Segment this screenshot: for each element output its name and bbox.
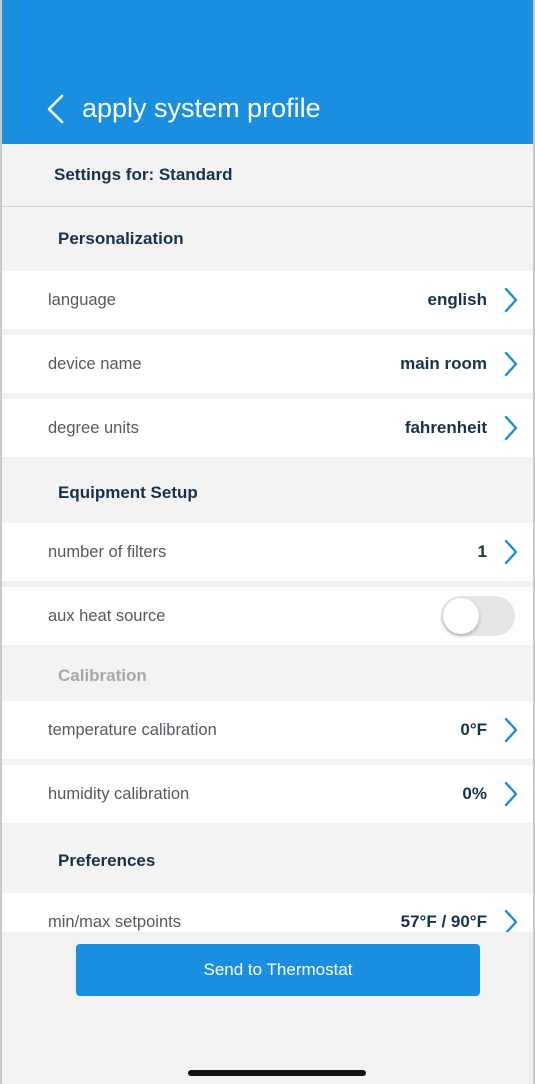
home-indicator[interactable] [188,1070,366,1076]
row-label: device name [48,354,142,373]
row-value: 0% [462,784,487,803]
send-to-thermostat-button[interactable]: Send to Thermostat [76,944,480,996]
row-number-of-filters[interactable]: number of filters 1 [2,523,533,581]
row-language[interactable]: language english [2,271,533,329]
section-header-calibration: Calibration [2,651,533,701]
chevron-right-icon[interactable] [503,351,519,377]
row-label: degree units [48,418,139,437]
settings-list[interactable]: Settings for: Standard Personalization l… [2,144,533,932]
row-temperature-calibration[interactable]: temperature calibration 0°F [2,701,533,759]
row-value: main room [400,354,487,373]
row-label: aux heat source [48,606,166,625]
chevron-right-icon[interactable] [503,539,519,565]
footer-bar: Send to Thermostat [2,932,533,1084]
row-min-max-setpoints[interactable]: min/max setpoints 57°F / 90°F [2,893,533,932]
row-value: 1 [477,542,487,561]
row-device-name[interactable]: device name main room [2,335,533,393]
section-header-equipment: Equipment Setup [2,463,533,523]
row-value: fahrenheit [404,418,487,437]
row-label: temperature calibration [48,720,217,739]
toggle-knob [443,598,479,634]
row-label: humidity calibration [48,784,190,803]
section-title: Calibration [58,666,147,685]
page-title: apply system profile [82,93,321,123]
row-humidity-calibration[interactable]: humidity calibration 0% [2,765,533,823]
section-title: Preferences [58,851,156,870]
row-label: min/max setpoints [48,912,181,931]
row-value: 57°F / 90°F [400,912,487,931]
profile-heading-text: Settings for: Standard [54,165,233,184]
section-title: Personalization [58,229,184,248]
section-header-preferences: Preferences [2,829,533,893]
chevron-right-icon[interactable] [503,781,519,807]
section-title: Equipment Setup [58,483,198,502]
chevron-right-icon[interactable] [503,717,519,743]
profile-heading: Settings for: Standard [2,144,533,207]
chevron-left-icon[interactable] [44,94,68,124]
chevron-right-icon[interactable] [503,415,519,441]
nav-header: apply system profile [2,0,533,144]
row-value: 0°F [460,720,487,739]
chevron-right-icon[interactable] [503,287,519,313]
row-degree-units[interactable]: degree units fahrenheit [2,399,533,457]
row-aux-heat-source: aux heat source [2,587,533,645]
row-label: number of filters [48,542,167,561]
row-label: language [48,290,116,309]
aux-heat-toggle[interactable] [441,596,515,636]
app-screen: apply system profile Settings for: Stand… [0,0,535,1084]
row-value: english [427,290,487,309]
section-header-personalization: Personalization [2,207,533,271]
chevron-right-icon[interactable] [503,909,519,932]
